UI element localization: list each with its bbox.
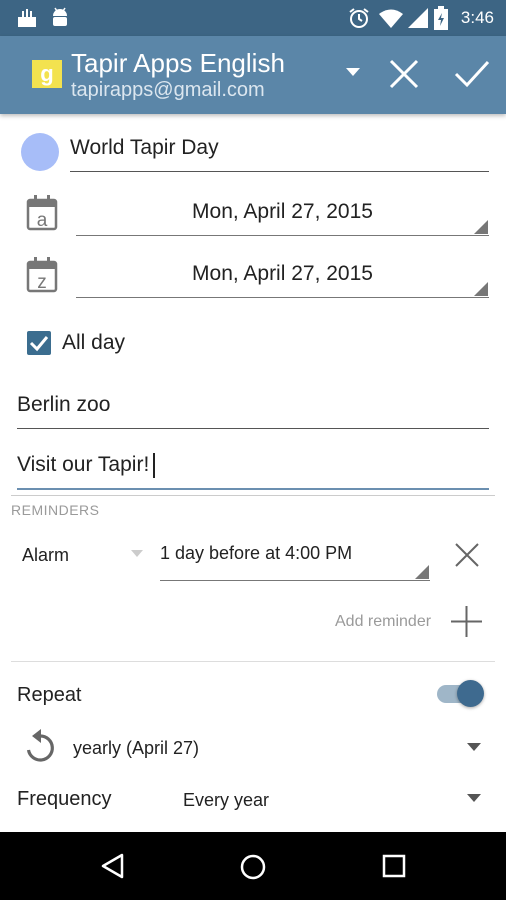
frequency-dropdown-icon[interactable] (467, 794, 481, 802)
repeat-icon (26, 729, 54, 762)
wifi-icon (379, 9, 403, 28)
android-notification-icon (53, 7, 67, 26)
repeat-toggle[interactable] (457, 680, 484, 707)
reminders-header: REMINDERS (11, 502, 100, 518)
dropdown-corner-icon (415, 565, 429, 579)
status-time: 3:46 (460, 8, 494, 27)
reminder-type-select[interactable]: Alarm (22, 545, 69, 566)
cake-notification-icon (18, 9, 36, 27)
navigation-bar (0, 832, 506, 900)
reminder-time-text: 1 day before at 4:00 PM (160, 543, 353, 563)
frequency-select[interactable]: Every year (183, 790, 269, 811)
all-day-label[interactable]: All day (62, 331, 125, 355)
remove-reminder-button[interactable] (452, 540, 482, 570)
start-icon-letter: a (37, 210, 48, 231)
save-button[interactable] (452, 54, 492, 94)
toolbar: g Tapir Apps English tapirapps@gmail.com (0, 36, 506, 114)
end-date-text: Mon, April 27, 2015 (192, 262, 373, 285)
end-date-picker[interactable]: Mon, April 27, 2015 (76, 257, 489, 298)
alarm-clock-icon (349, 8, 369, 28)
event-color-picker[interactable] (21, 133, 59, 171)
add-reminder-button[interactable] (449, 604, 484, 639)
repeat-label: Repeat (17, 684, 82, 706)
start-date-picker[interactable]: Mon, April 27, 2015 (76, 195, 489, 236)
home-button[interactable] (238, 852, 268, 882)
signal-icon (408, 8, 428, 28)
divider (11, 495, 495, 496)
back-button[interactable] (99, 852, 127, 880)
event-title-input[interactable]: World Tapir Day (70, 130, 489, 172)
location-input[interactable]: Berlin zoo (17, 386, 489, 429)
battery-icon (434, 6, 448, 30)
dropdown-corner-icon (474, 220, 488, 234)
account-name[interactable]: Tapir Apps English (71, 48, 285, 79)
status-bar: 3:46 (0, 0, 506, 36)
dropdown-corner-icon (474, 282, 488, 296)
end-date-calendar-icon: z (26, 257, 58, 293)
recent-apps-button[interactable] (381, 853, 407, 879)
reminder-time-picker[interactable]: 1 day before at 4:00 PM (160, 538, 430, 581)
text-cursor (153, 453, 155, 478)
description-input[interactable]: Visit our Tapir! (17, 446, 489, 490)
divider (11, 661, 495, 662)
start-date-text: Mon, April 27, 2015 (192, 200, 373, 223)
start-date-calendar-icon: a (26, 195, 58, 231)
account-email[interactable]: tapirapps@gmail.com (71, 79, 265, 102)
repeat-rule-dropdown-icon[interactable] (467, 743, 481, 751)
repeat-rule-select[interactable]: yearly (April 27) (73, 738, 199, 759)
reminder-type-dropdown-icon[interactable] (131, 550, 143, 557)
all-day-checkbox[interactable] (27, 331, 51, 355)
account-dropdown-icon[interactable] (346, 68, 360, 76)
close-button[interactable] (384, 54, 424, 94)
google-account-icon: g (32, 60, 62, 88)
add-reminder-label[interactable]: Add reminder (335, 613, 431, 631)
end-icon-letter: z (37, 272, 47, 293)
frequency-label: Frequency (17, 788, 112, 810)
